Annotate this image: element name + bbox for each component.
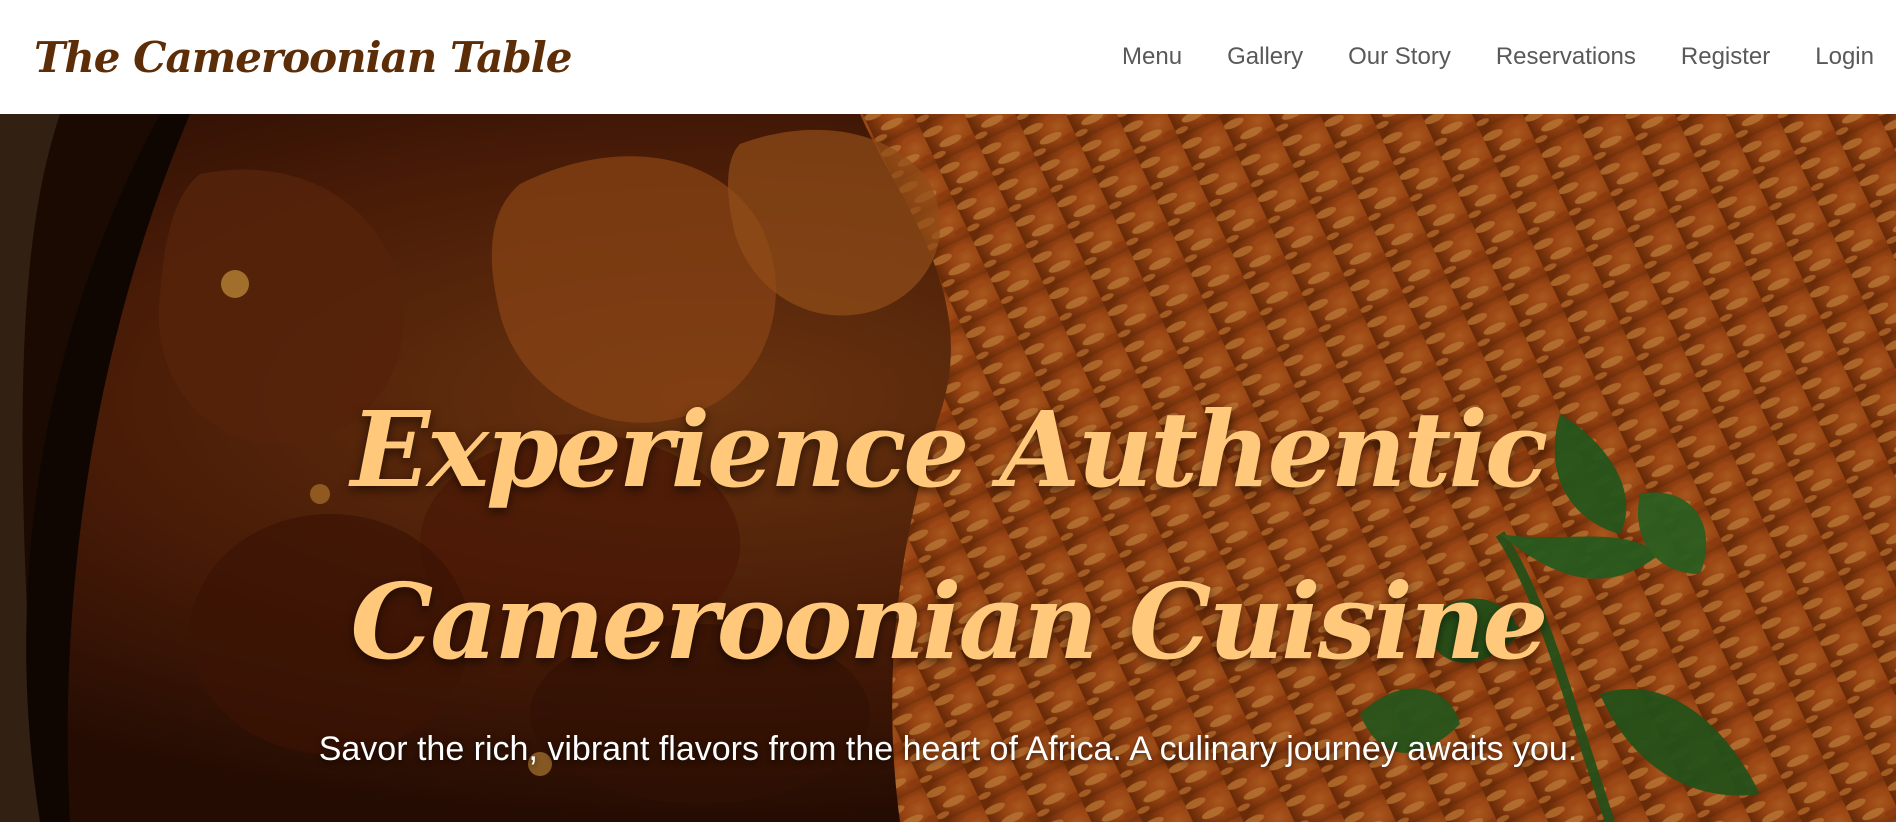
site-header: The Cameroonian Table Menu Gallery Our S… [0, 0, 1896, 114]
nav-menu-link[interactable]: Menu [1122, 43, 1182, 71]
hero-content: Experience Authentic Cameroonian Cuisine… [0, 114, 1896, 822]
hero-title: Experience Authentic Cameroonian Cuisine [350, 388, 1549, 683]
nav-our-story-link[interactable]: Our Story [1348, 43, 1451, 71]
hero-section: Experience Authentic Cameroonian Cuisine… [0, 114, 1896, 822]
brand-logo[interactable]: The Cameroonian Table [34, 33, 572, 82]
nav-gallery-link[interactable]: Gallery [1227, 43, 1303, 71]
main-nav: Menu Gallery Our Story Reservations Regi… [1122, 43, 1874, 71]
hero-subtitle: Savor the rich, vibrant flavors from the… [318, 730, 1578, 768]
nav-reservations-link[interactable]: Reservations [1496, 43, 1636, 71]
nav-login-link[interactable]: Login [1815, 43, 1874, 71]
nav-register-link[interactable]: Register [1681, 43, 1770, 71]
